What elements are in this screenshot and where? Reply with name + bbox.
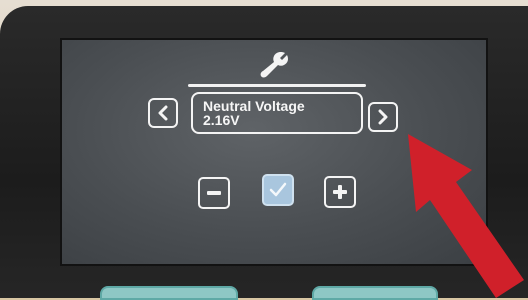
plus-icon [333,185,347,199]
minus-icon [207,191,221,195]
title-divider [188,84,366,87]
red-arrow-icon [408,134,524,298]
parameter-display: Neutral Voltage 2.16V [191,92,363,134]
chevron-right-icon [378,109,388,125]
confirm-button[interactable] [262,174,294,206]
previous-parameter-button[interactable] [148,98,178,128]
decrease-button[interactable] [198,177,230,209]
parameter-value: 2.16V [203,112,240,128]
wrench-icon [260,52,288,78]
chevron-left-icon [158,105,168,121]
parameter-name: Neutral Voltage [203,98,305,114]
check-icon [269,182,287,197]
increase-button[interactable] [324,176,356,208]
next-parameter-button[interactable] [368,102,398,132]
